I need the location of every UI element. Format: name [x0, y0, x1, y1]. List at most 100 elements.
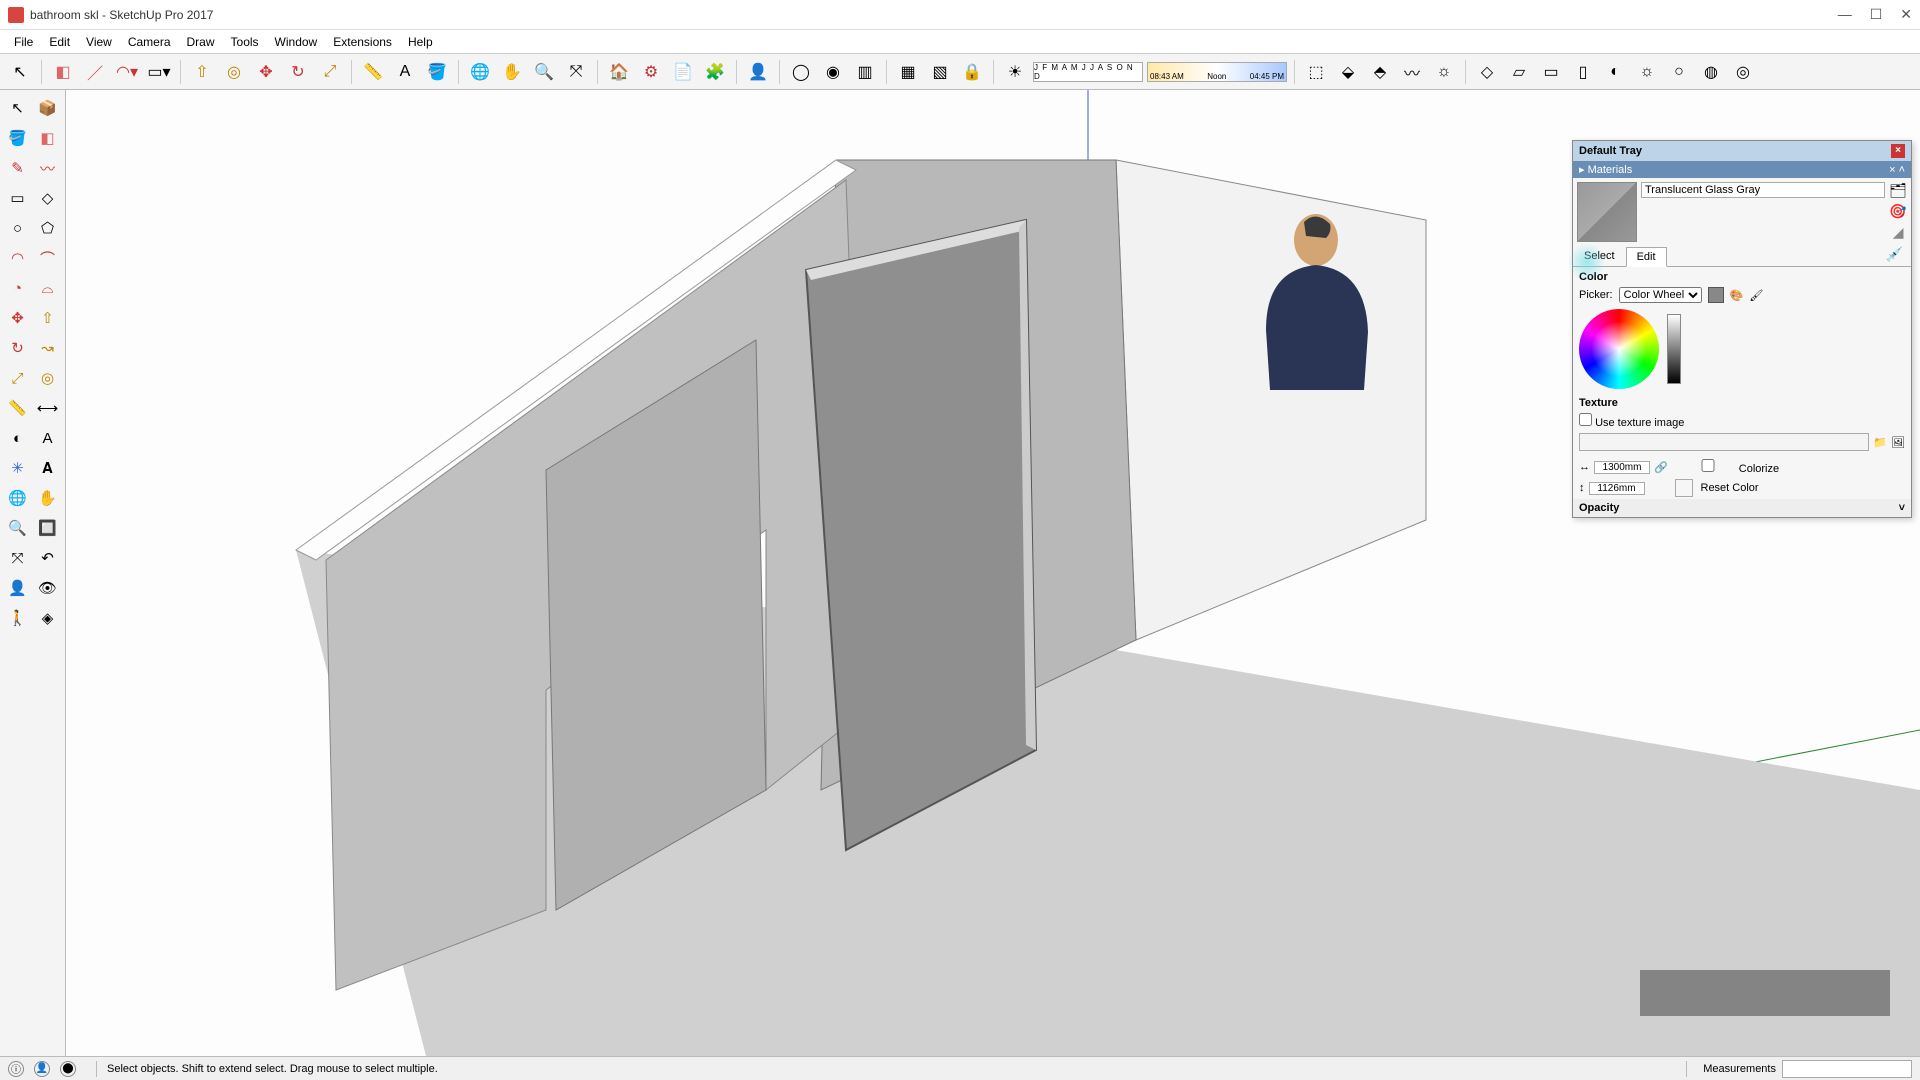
proj-para-icon[interactable]: ◍: [1697, 58, 1725, 86]
expand-opacity-icon[interactable]: ˅: [1899, 502, 1905, 514]
group-icon[interactable]: ▦: [894, 58, 922, 86]
warehouse-icon[interactable]: 🏠: [605, 58, 633, 86]
move-icon[interactable]: ✥: [252, 58, 280, 86]
reset-color-swatch[interactable]: [1675, 479, 1693, 497]
walk-icon[interactable]: 🚶: [4, 604, 32, 632]
rotate2-icon[interactable]: ↻: [4, 334, 32, 362]
dim-icon[interactable]: ⟷: [34, 394, 62, 422]
paint-bucket-icon[interactable]: 🪣: [4, 124, 32, 152]
text2-icon[interactable]: A: [34, 424, 62, 452]
circle-icon[interactable]: ○: [4, 214, 32, 242]
pan2-icon[interactable]: ✋: [34, 484, 62, 512]
style4-icon[interactable]: 〰: [1398, 58, 1426, 86]
zoom-window-icon[interactable]: 🔲: [34, 514, 62, 542]
status-info-icon[interactable]: ⓘ: [8, 1061, 24, 1077]
shape-tool-icon[interactable]: ▭▾: [145, 58, 173, 86]
arc4-icon[interactable]: ⌓: [34, 274, 62, 302]
measurements-input[interactable]: [1782, 1060, 1912, 1078]
time-slider[interactable]: 08:43 AM Noon 04:45 PM: [1147, 62, 1287, 82]
eraser-icon[interactable]: ◧: [49, 58, 77, 86]
style1-icon[interactable]: ⬚: [1302, 58, 1330, 86]
reset-color-label[interactable]: Reset Color: [1701, 482, 1759, 494]
pan-icon[interactable]: ✋: [498, 58, 526, 86]
pencil-icon[interactable]: ✎: [4, 154, 32, 182]
offset2-icon[interactable]: ◎: [34, 364, 62, 392]
colorize-checkbox[interactable]: Colorize: [1680, 459, 1779, 475]
followme-icon[interactable]: ↝: [34, 334, 62, 362]
tape2-icon[interactable]: 📏: [4, 394, 32, 422]
proj-top-icon[interactable]: ▱: [1505, 58, 1533, 86]
set-default-icon[interactable]: 🎯: [1889, 203, 1906, 220]
menu-extensions[interactable]: Extensions: [325, 35, 400, 49]
select-tool-icon[interactable]: ↖: [6, 58, 34, 86]
rotated-rect-icon[interactable]: ◇: [34, 184, 62, 212]
proj-left-icon[interactable]: ☼: [1633, 58, 1661, 86]
arc3-icon[interactable]: ⌒: [34, 244, 62, 272]
arrow-icon[interactable]: ◢: [1893, 224, 1904, 241]
look-icon[interactable]: 👁: [34, 574, 62, 602]
move2-icon[interactable]: ✥: [4, 304, 32, 332]
tray-header[interactable]: Default Tray ×: [1573, 141, 1911, 161]
scale2-icon[interactable]: ⤢: [4, 364, 32, 392]
rotate-icon[interactable]: ↻: [284, 58, 312, 86]
layout-icon[interactable]: 📄: [669, 58, 697, 86]
link-dims-icon[interactable]: 🔗: [1654, 461, 1668, 474]
component-icon[interactable]: ▧: [926, 58, 954, 86]
axes-icon[interactable]: ✳: [4, 454, 32, 482]
line-tool-icon[interactable]: ／: [81, 58, 109, 86]
orbit2-icon[interactable]: 🌐: [4, 484, 32, 512]
position-cam-icon[interactable]: 👤: [4, 574, 32, 602]
date-slider[interactable]: J F M A M J J A S O N D: [1033, 62, 1143, 82]
zoom-extents-icon[interactable]: ⤧: [562, 58, 590, 86]
ext-warehouse-icon[interactable]: ⚙: [637, 58, 665, 86]
menu-edit[interactable]: Edit: [41, 35, 78, 49]
menu-view[interactable]: View: [78, 35, 120, 49]
polygon-icon[interactable]: ⬠: [34, 214, 62, 242]
style5-icon[interactable]: ☼: [1430, 58, 1458, 86]
maximize-button[interactable]: ☐: [1870, 6, 1883, 23]
menu-tools[interactable]: Tools: [223, 35, 267, 49]
color-wheel[interactable]: [1579, 309, 1659, 389]
tab-select[interactable]: Select: [1573, 246, 1626, 266]
picker-select[interactable]: Color Wheel: [1619, 287, 1702, 303]
material-preview[interactable]: [1577, 182, 1637, 242]
swatch-icon[interactable]: [1708, 287, 1724, 303]
offset-icon[interactable]: ◎: [220, 58, 248, 86]
texture-height-input[interactable]: [1589, 482, 1645, 495]
previous-icon[interactable]: ↶: [34, 544, 62, 572]
close-button[interactable]: ✕: [1900, 6, 1912, 23]
paint-icon[interactable]: 🪣: [423, 58, 451, 86]
section-icon[interactable]: ◈: [34, 604, 62, 632]
menu-file[interactable]: File: [6, 35, 41, 49]
proj-two-icon[interactable]: ◎: [1729, 58, 1757, 86]
proj-right-icon[interactable]: ▯: [1569, 58, 1597, 86]
eyedropper-icon[interactable]: 💉: [1878, 246, 1911, 266]
match-model-icon[interactable]: 🖌: [1749, 289, 1763, 302]
arc-tool-icon[interactable]: ◠▾: [113, 58, 141, 86]
protractor-icon[interactable]: ◐: [4, 424, 32, 452]
menu-help[interactable]: Help: [400, 35, 441, 49]
proj-iso-icon[interactable]: ◇: [1473, 58, 1501, 86]
materials-panel-header[interactable]: ▸ Materials × ˄: [1573, 161, 1911, 178]
lock-icon[interactable]: 🔒: [958, 58, 986, 86]
menu-window[interactable]: Window: [267, 35, 326, 49]
pie-icon[interactable]: ◔: [4, 274, 32, 302]
match-screen-icon[interactable]: 🎨: [1730, 289, 1744, 302]
material-name-input[interactable]: [1641, 182, 1885, 198]
make-comp-icon[interactable]: 📦: [34, 94, 62, 122]
minimize-button[interactable]: —: [1838, 6, 1852, 23]
text-icon[interactable]: A: [391, 58, 419, 86]
style3-icon[interactable]: ⬘: [1366, 58, 1394, 86]
brightness-slider[interactable]: [1667, 314, 1681, 384]
ext-manager-icon[interactable]: 🧩: [701, 58, 729, 86]
tab-edit[interactable]: Edit: [1626, 247, 1667, 267]
status-geo-icon[interactable]: 👤: [34, 1061, 50, 1077]
status-credits-icon[interactable]: ⬤: [60, 1061, 76, 1077]
zoom2-icon[interactable]: 🔍: [4, 514, 32, 542]
freehand-icon[interactable]: 〰: [34, 154, 62, 182]
pushpull2-icon[interactable]: ⇧: [34, 304, 62, 332]
style2-icon[interactable]: ⬙: [1334, 58, 1362, 86]
proj-back-icon[interactable]: ◐: [1601, 58, 1629, 86]
menu-draw[interactable]: Draw: [179, 35, 223, 49]
eraser2-icon[interactable]: ◧: [34, 124, 62, 152]
